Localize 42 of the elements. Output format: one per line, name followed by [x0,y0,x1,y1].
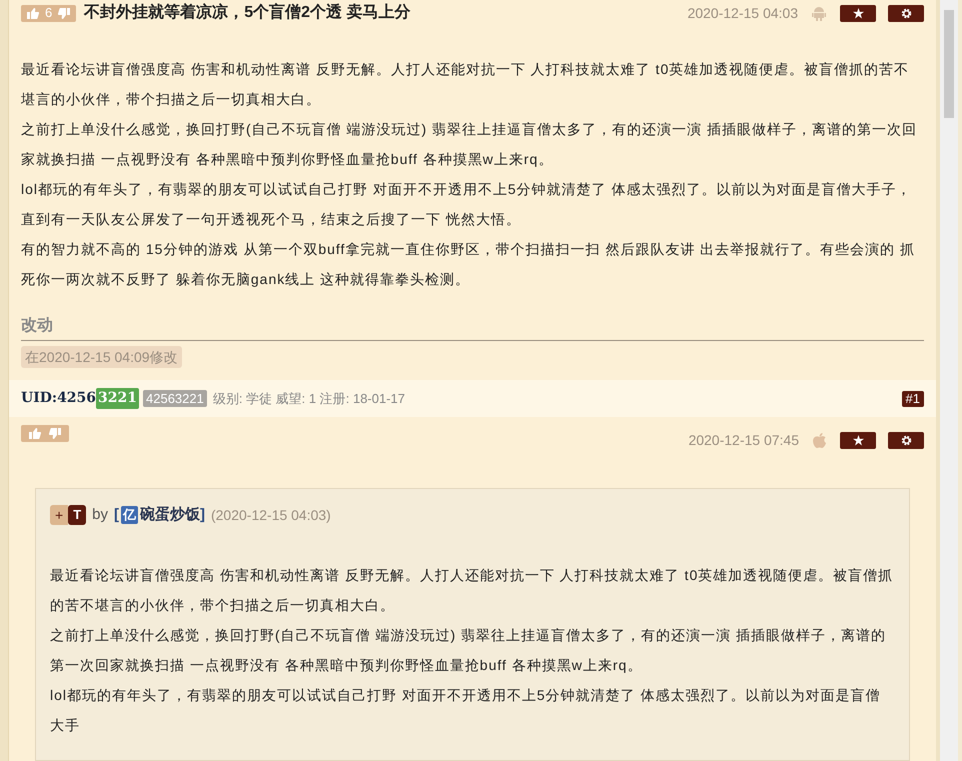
topic-tag[interactable]: T [68,505,86,525]
favorite-button[interactable] [840,432,876,448]
apple-icon [813,432,826,448]
paragraph: 最近看论坛讲盲僧强度高 伤害和机动性离谱 反野无解。人打人还能对抗一下 人打科技就太难了 t0英雄加透视随便虐。被盲僧抓的苦不堪言的小伙伴，带个扫描之后一切真相大白。 [21,60,910,109]
settings-button[interactable] [888,432,924,448]
user-avatar-badge: 亿 [120,506,138,524]
post-title: 不封外挂就等着凉凉，5个盲僧2个透 卖马上分 [84,2,410,23]
post-date: 2020-12-15 07:45 [688,430,799,450]
by-label: by [92,504,108,525]
paragraph: 有的智力就不高的 15分钟的游戏 从第一个双buff拿完就一直住你野区，带个扫描扫一扫 然后跟队友讲 出去举报就行了。有些会演的 抓死你一两次就不反野了 躲着你无脑gank线上 这种就得靠拳头检测。 [21,240,916,289]
thumbs-up-icon[interactable] [29,428,41,438]
floor-number[interactable]: #1 [902,390,924,406]
uid-tag: 42563221 [143,390,207,407]
user-id: UID:4256 [21,389,96,408]
paragraph: 最近看论坛讲盲僧强度高 伤害和机动性离谱 反野无解。人打人还能对抗一下 人打科技就太难了 t0英雄加透视随便虐。被盲僧抓的苦不堪言的小伙伴，带个扫描之后一切真相大白。 [50,566,894,615]
paragraph: 之前打上单没什么感觉，换回打野(自己不玩盲僧 端游没玩过) 翡翠往上挂逼盲僧太多了，有的还演一演 插插眼做样子，离谱的第一次回家就换扫描 一点视野没有 各种黑暗中预判你野怪血量抢buff 各种摸黑w上来rq。 [50,626,887,675]
thumbs-up-icon[interactable] [27,8,39,18]
star-icon [852,8,864,18]
android-icon [812,6,826,20]
expand-toggle[interactable]: + [50,505,68,525]
bracket: [ [114,504,119,525]
settings-icon [900,434,912,446]
uid-badge: 3221 [96,388,139,409]
star-icon [852,434,864,446]
post-date: 2020-12-15 04:03 [687,4,798,22]
vote-count: 6 [45,4,52,22]
settings-icon [900,8,912,18]
paragraph: lol都玩的有年头了，有翡翠的朋友可以试试自己打野 对面开不开透用不上5分钟就清楚了 体感太强烈了。以前以为对面是盲僧大手子，直到有一天队友公屏发了一句开透视死个马，结束之后搜了一下 恍然大悟。 [21,180,913,229]
edit-heading: 改动 [21,314,924,341]
quoted-user-link[interactable]: 碗蛋炒饭 [140,504,200,526]
edit-note: 在2020-12-15 04:09修改 [21,346,182,368]
user-meta: 级别: 学徒 威望: 1 注册: 18-01-17 [212,390,406,408]
scroll-thumb[interactable] [944,10,954,118]
settings-button[interactable] [888,4,924,22]
thumbs-down-icon[interactable] [49,428,61,438]
scrollbar[interactable] [940,0,958,761]
favorite-button[interactable] [840,4,876,22]
bracket: ] [200,504,205,525]
paragraph: lol都玩的有年头了，有翡翠的朋友可以试试自己打野 对面开不开透用不上5分钟就清楚了 体感太强烈了。以前以为对面是盲僧大手 [50,686,882,735]
thumbs-down-icon[interactable] [58,8,70,18]
paragraph: 之前打上单没什么感觉，换回打野(自己不玩盲僧 端游没玩过) 翡翠往上挂逼盲僧太多了，有的还演一演 插插眼做样子，离谱的第一次回家就换扫描 一点视野没有 各种黑暗中预判你野怪血量抢buff 各种摸黑w上来rq。 [21,120,918,169]
quote-date: (2020-12-15 04:03) [210,506,331,525]
